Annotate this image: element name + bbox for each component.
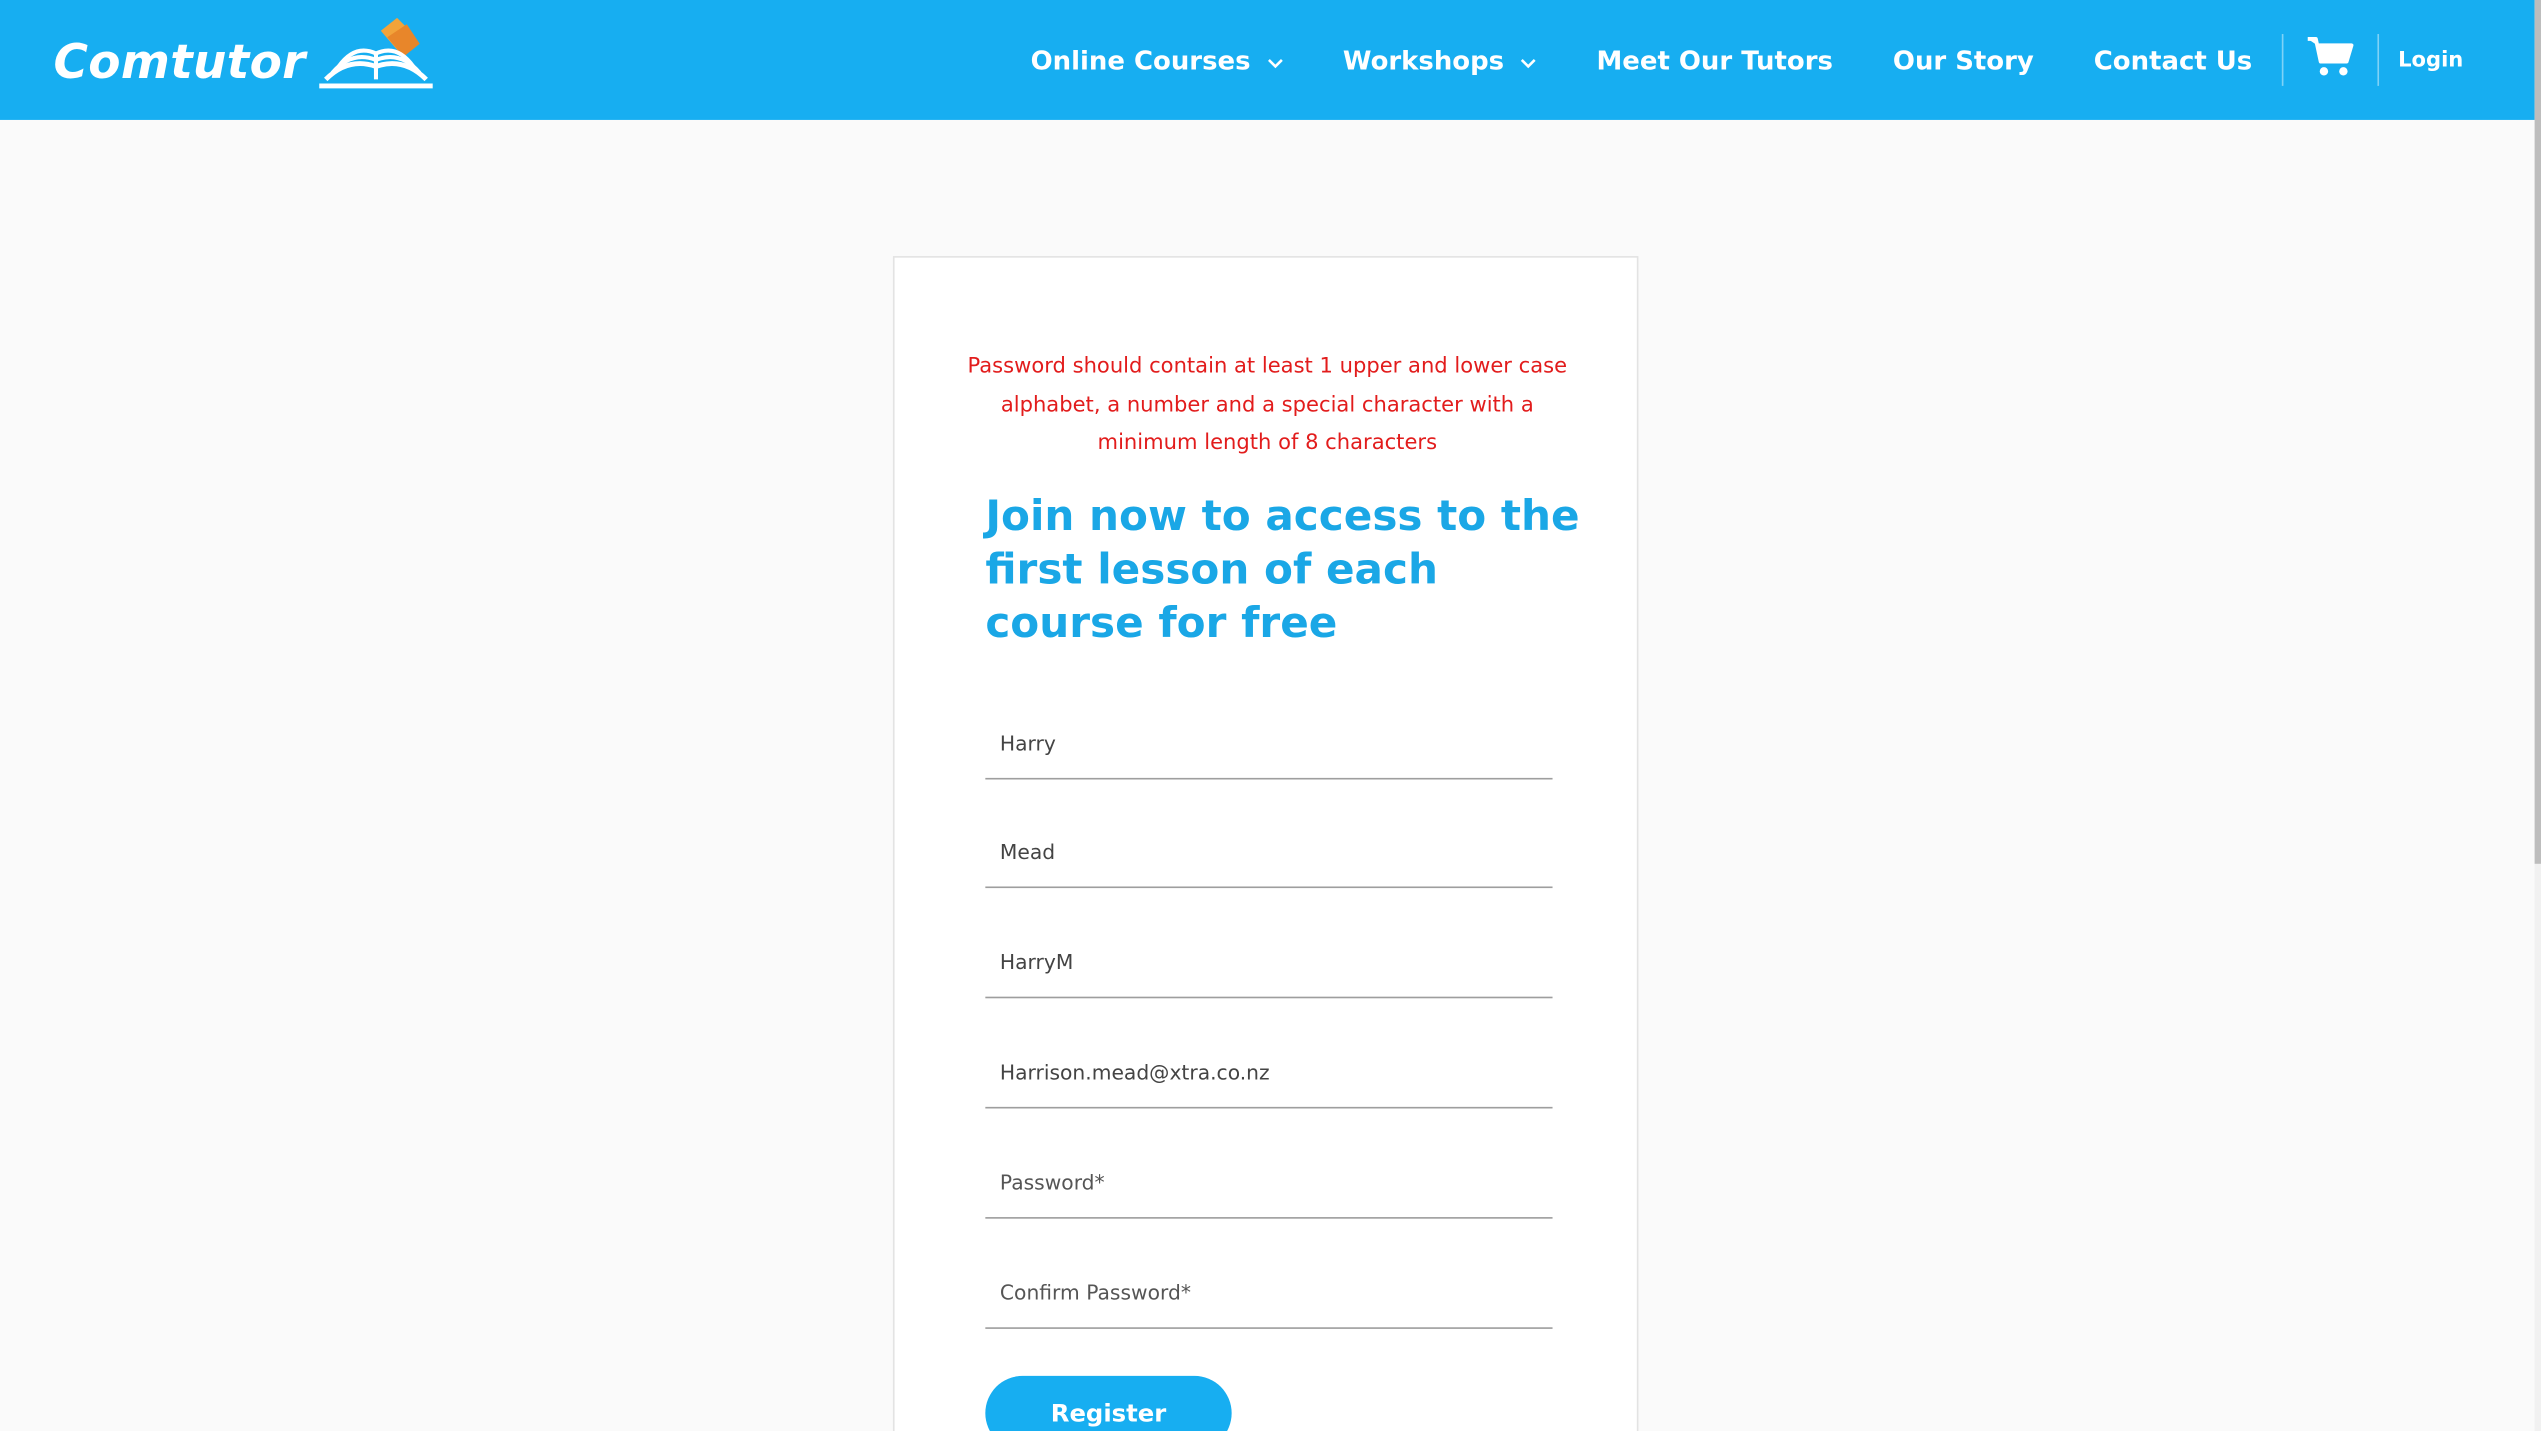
- chevron-down-icon: [1267, 45, 1283, 76]
- nav-item-our-story[interactable]: Our Story: [1893, 45, 2034, 76]
- nav-item-label: Online Courses: [1030, 44, 1251, 76]
- nav-item-label: Meet Our Tutors: [1596, 44, 1833, 76]
- page: Comtutor Online Courses Workshops Meet O…: [0, 0, 2541, 1431]
- last-name-field: [985, 816, 1553, 889]
- confirm-password-input[interactable]: [985, 1257, 1553, 1328]
- login-link[interactable]: Login: [2398, 48, 2463, 72]
- nav-divider: [2377, 34, 2379, 86]
- scrollbar-thumb[interactable]: [2534, 0, 2541, 864]
- username-input[interactable]: [985, 926, 1553, 997]
- open-book-icon: [315, 17, 435, 96]
- chevron-down-icon: [1520, 45, 1536, 76]
- email-input[interactable]: [985, 1037, 1553, 1107]
- password-field: [985, 1147, 1553, 1219]
- first-name-field: [985, 708, 1553, 780]
- nav-item-online-courses[interactable]: Online Courses: [1030, 44, 1283, 76]
- password-error-message: Password should contain at least 1 upper…: [967, 354, 1568, 456]
- username-field: [985, 926, 1553, 999]
- confirm-password-field: [985, 1257, 1553, 1329]
- password-input[interactable]: [985, 1147, 1553, 1218]
- nav-item-meet-our-tutors[interactable]: Meet Our Tutors: [1596, 45, 1832, 76]
- site-header: Comtutor Online Courses Workshops Meet O…: [0, 0, 2535, 120]
- main-nav: Online Courses Workshops Meet Our Tutors…: [1030, 0, 2463, 120]
- shopping-cart-icon: [2306, 36, 2355, 85]
- last-name-input[interactable]: [985, 816, 1553, 887]
- first-name-input[interactable]: [985, 708, 1553, 778]
- nav-item-label: Contact Us: [2093, 44, 2253, 76]
- email-field: [985, 1037, 1553, 1109]
- nav-item-label: Our Story: [1892, 44, 2034, 76]
- page-title: Join now to access to the first lesson o…: [985, 492, 1580, 649]
- register-button[interactable]: Register: [985, 1375, 1232, 1431]
- nav-divider: [2281, 34, 2284, 86]
- registration-card: Password should contain at least 1 upper…: [892, 256, 1639, 1431]
- cart-button[interactable]: [2306, 36, 2355, 85]
- nav-item-label: Workshops: [1342, 44, 1505, 76]
- brand-name: Comtutor: [53, 34, 306, 90]
- nav-item-contact-us[interactable]: Contact Us: [2094, 45, 2252, 76]
- nav-item-workshops[interactable]: Workshops: [1342, 44, 1537, 76]
- site-logo[interactable]: Comtutor: [53, 17, 435, 101]
